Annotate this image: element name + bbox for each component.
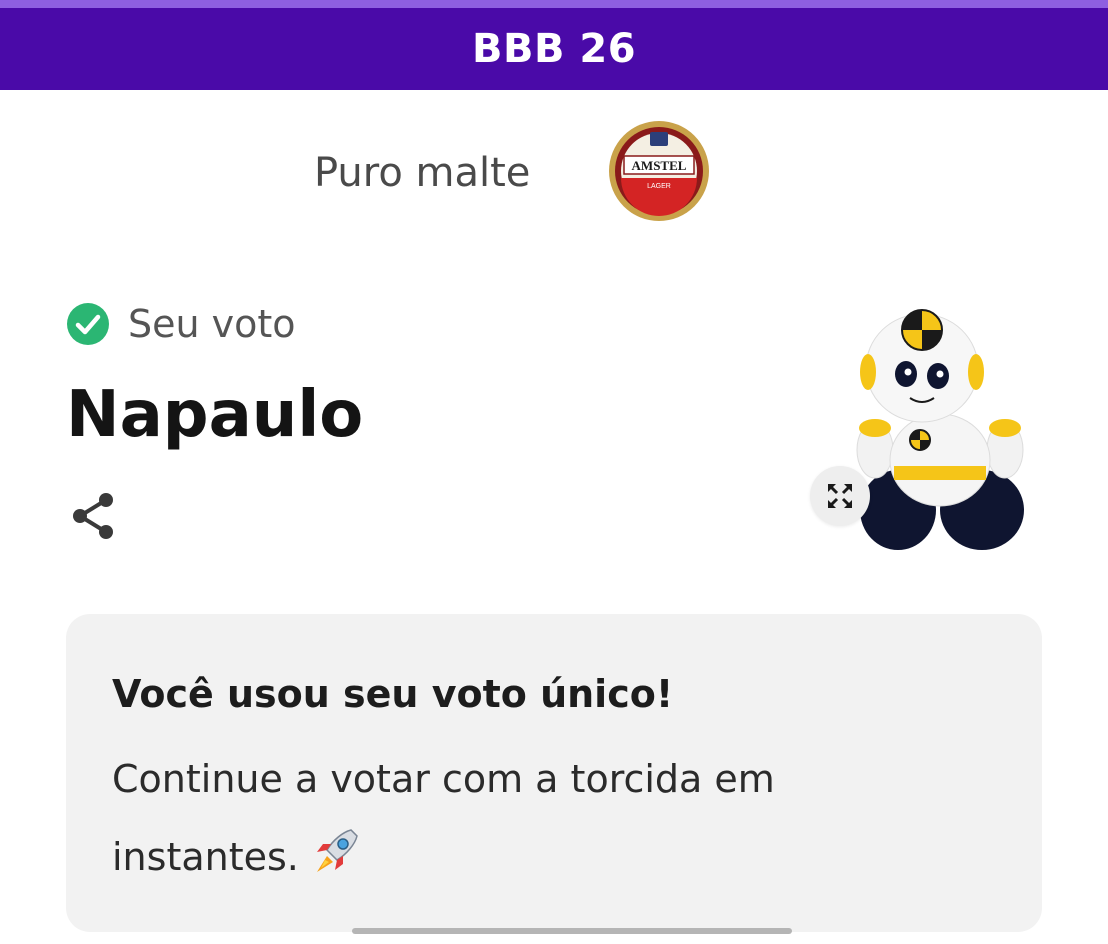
sponsor-banner: Puro malte AMSTEL LAGER [0, 110, 1108, 240]
rocket-icon [316, 829, 358, 872]
vote-label-row: Seu voto [66, 298, 296, 350]
page: BBB 26 Puro malte AMSTEL LAGER Seu voto … [0, 0, 1108, 944]
expand-icon [828, 484, 852, 508]
amstel-logo: AMSTEL LAGER [609, 121, 709, 221]
vote-info-card: Você usou seu voto único! Continue a vot… [66, 614, 1042, 932]
expand-image-button[interactable] [810, 466, 870, 526]
home-indicator[interactable] [352, 928, 792, 934]
header-bar: BBB 26 [0, 0, 1108, 90]
logo-text: AMSTEL [632, 158, 687, 173]
check-circle-icon [67, 303, 109, 345]
sponsor-text: Puro malte [314, 150, 531, 196]
logo-subtext: LAGER [647, 183, 671, 190]
vote-label: Seu voto [128, 302, 296, 346]
voted-participant-name: Napaulo [66, 378, 364, 452]
header-title: BBB 26 [471, 26, 637, 72]
card-body: Continue a votar com a torcida em instan… [112, 740, 872, 896]
mascot-plush-image[interactable] [840, 300, 1040, 560]
card-body-text: Continue a votar com a torcida em instan… [112, 757, 775, 879]
card-title: Você usou seu voto único! [112, 672, 674, 716]
share-icon[interactable] [66, 488, 122, 544]
